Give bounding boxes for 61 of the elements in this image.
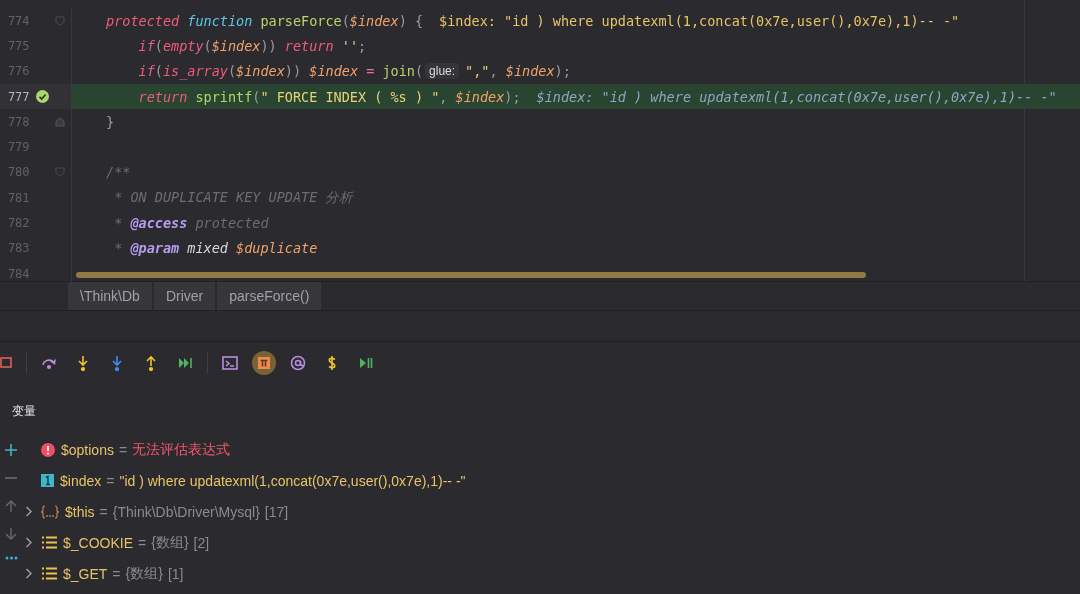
add-icon[interactable] (5, 444, 17, 456)
code-text: * @param mixed $duplicate (114, 240, 318, 257)
item-count: [17] (264, 503, 289, 520)
list-icon (41, 567, 57, 580)
line-number: 774 (6, 13, 30, 28)
line-number: 781 (6, 190, 30, 205)
equals-sign: = (99, 503, 108, 520)
code-text: * @access protected (114, 215, 269, 231)
breadcrumb-item[interactable]: Driver (153, 282, 216, 310)
item-count: [1] (167, 565, 184, 582)
line-number: 784 (6, 266, 30, 281)
variable-value: 无法评估表达式 (132, 440, 231, 459)
line-number: 776 (6, 64, 30, 79)
up-arrow-icon[interactable] (5, 500, 17, 512)
down-arrow-icon[interactable] (5, 528, 17, 540)
scrollbar[interactable] (76, 272, 866, 278)
code-text: if(empty($index)) return ''; (138, 37, 367, 54)
equals-sign: = (106, 472, 115, 489)
item-count: [2] (193, 534, 210, 551)
code-text: * ON DUPLICATE KEY UPDATE 分析 (114, 188, 354, 207)
code-text: ",", $index); (465, 63, 571, 80)
evaluate-icon[interactable] (252, 351, 276, 375)
breadcrumb-item[interactable]: \Think\Db (68, 282, 152, 310)
inline-value: $index: "id ) where updatexml(1,concat(0x7e,user(),0x7e),1)-- -" (439, 12, 960, 29)
error-icon (41, 442, 55, 457)
chevron-icon[interactable] (25, 506, 33, 517)
code-text: } (106, 113, 115, 130)
line-number: 782 (6, 216, 30, 230)
variable-name: $this (65, 503, 95, 520)
check-icon[interactable] (35, 90, 49, 104)
panel-title: 变量 (12, 402, 37, 420)
code-text: return sprintf(" FORCE INDEX ( %s ) ", $index); (138, 88, 521, 105)
code-text: if(is_array($index)) $index = join( (138, 63, 424, 80)
inline-value: $index: "id ) where updatexml(1,concat(0x7e,user(),0x7e),1)-- -" (536, 88, 1057, 105)
more-icon[interactable] (4, 556, 18, 560)
line-number: 783 (6, 241, 30, 256)
primitive-icon (41, 474, 54, 487)
variable-value: {数组} (151, 533, 189, 552)
code-text: /** (106, 164, 131, 181)
equals-sign: = (112, 565, 121, 582)
line-number: 780 (6, 165, 30, 180)
code-text: protected function parseForce($index) { (106, 12, 424, 29)
variable-value: "id ) where updatexml(1,concat(0x7e,user(),0x7e),1)-- -" (119, 472, 466, 489)
line-number: 775 (6, 38, 30, 53)
chevron-icon[interactable] (25, 568, 33, 579)
line-number: 777 (6, 89, 30, 104)
equals-sign: = (138, 534, 147, 551)
chevron-icon[interactable] (25, 537, 33, 548)
line-number: 778 (6, 114, 30, 129)
breadcrumb-item[interactable]: parseForce() (217, 282, 322, 310)
parameter-hint: glue: (425, 63, 460, 80)
variable-name: $options (61, 441, 114, 458)
variable-value: {数组} (125, 564, 163, 583)
equals-sign: = (118, 441, 128, 458)
variable-name: $index (60, 472, 102, 489)
list-icon (41, 536, 57, 549)
object-icon (41, 504, 59, 519)
line-number: 779 (6, 140, 30, 155)
variable-name: $_COOKIE (63, 534, 134, 551)
variable-value: {Think\Db\Driver\Mysql} (112, 503, 260, 520)
variable-name: $_GET (63, 565, 108, 582)
